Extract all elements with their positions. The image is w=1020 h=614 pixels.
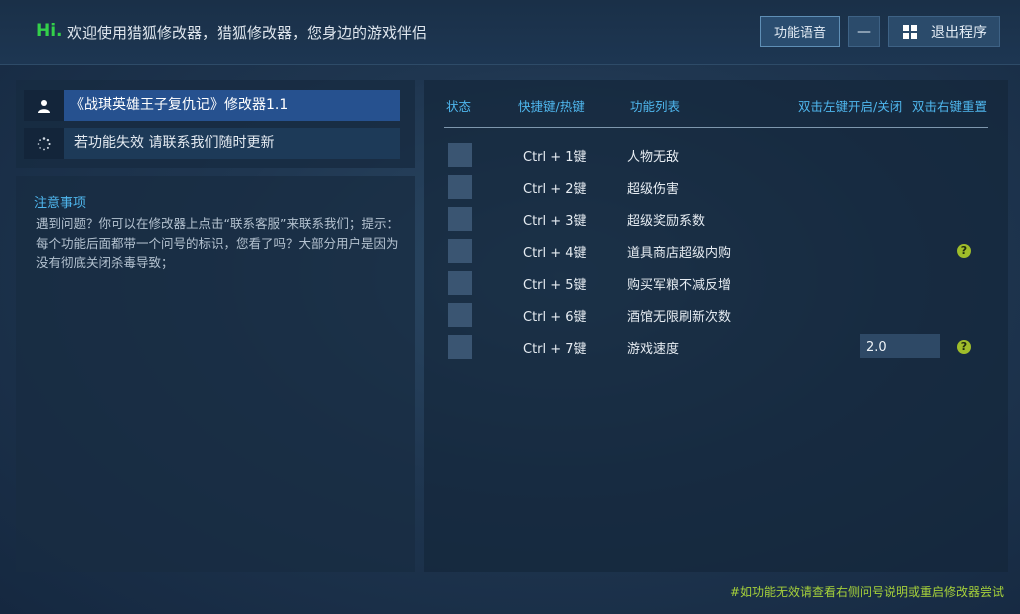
status-checkbox[interactable]	[448, 239, 472, 263]
game-title-row: 《战琪英雄王子复仇记》修改器1.1	[24, 90, 400, 121]
function-row[interactable]: Ctrl + 1键 人物无敌	[448, 143, 988, 167]
function-row[interactable]: Ctrl + 6键 酒馆无限刷新次数	[448, 303, 988, 327]
function-name: 购买军粮不减反增	[627, 278, 732, 293]
notes-title: 注意事项	[34, 196, 87, 211]
notes-body: 遇到问题？你可以在修改器上点击“联系客服”来联系我们；提示：每个功能后面都带一个…	[36, 216, 399, 270]
function-name: 道具商店超级内购	[627, 246, 732, 261]
function-row[interactable]: Ctrl + 2键 超级伤害	[448, 175, 988, 199]
hotkey-label: Ctrl + 6键	[523, 310, 587, 325]
loading-icon	[24, 128, 64, 159]
function-name: 酒馆无限刷新次数	[627, 310, 732, 325]
hint-double-right: 双击右键重置	[912, 99, 988, 114]
welcome-text: 欢迎使用猎狐修改器，猎狐修改器，您身边的游戏伴侣	[67, 24, 428, 42]
title-bar: Hi. 欢迎使用猎狐修改器，猎狐修改器，您身边的游戏伴侣 功能语音 — 退出程序	[0, 0, 1020, 65]
help-question-icon[interactable]: ?	[957, 244, 971, 258]
status-checkbox[interactable]	[448, 143, 472, 167]
hotkey-label: Ctrl + 4键	[523, 246, 587, 261]
help-question-icon[interactable]: ?	[957, 340, 971, 354]
hotkey-label: Ctrl + 5键	[523, 278, 587, 293]
hotkey-label: Ctrl + 2键	[523, 182, 587, 197]
footer-hint: #如功能无效请查看右侧问号说明或重启修改器尝试	[729, 585, 1004, 599]
hotkey-label: Ctrl + 1键	[523, 150, 587, 165]
column-header-hotkey: 快捷键/热键	[518, 99, 585, 114]
function-name: 游戏速度	[627, 342, 680, 357]
exit-button-label: 退出程序	[931, 24, 987, 41]
windows-icon	[903, 24, 917, 39]
hotkey-label: Ctrl + 3键	[523, 214, 587, 229]
function-row[interactable]: Ctrl + 4键 道具商店超级内购 ?	[448, 239, 988, 263]
voice-button[interactable]: 功能语音	[760, 16, 840, 47]
minimize-button[interactable]: —	[848, 16, 880, 47]
status-checkbox[interactable]	[448, 175, 472, 199]
status-checkbox[interactable]	[448, 207, 472, 231]
game-title: 《战琪英雄王子复仇记》修改器1.1	[64, 90, 400, 121]
notes-panel: 注意事项 遇到问题？你可以在修改器上点击“联系客服”来联系我们；提示：每个功能后…	[16, 176, 415, 572]
game-speed-input[interactable]	[860, 334, 940, 358]
function-row[interactable]: Ctrl + 5键 购买军粮不减反增	[448, 271, 988, 295]
function-name: 人物无敌	[627, 150, 680, 165]
game-info-panel: 《战琪英雄王子复仇记》修改器1.1 若功能失效 请联系我们随时更新	[16, 80, 415, 168]
column-header-function: 功能列表	[630, 99, 681, 114]
hi-logo: Hi.	[36, 21, 63, 41]
exit-button[interactable]: 退出程序	[888, 16, 1000, 47]
notice-row[interactable]: 若功能失效 请联系我们随时更新	[24, 128, 400, 159]
hotkey-label: Ctrl + 7键	[523, 342, 587, 357]
header-divider	[444, 127, 988, 128]
hint-double-left: 双击左键开启/关闭	[798, 99, 903, 114]
function-row[interactable]: Ctrl + 3键 超级奖励系数	[448, 207, 988, 231]
status-checkbox[interactable]	[448, 271, 472, 295]
function-list-panel: 状态 快捷键/热键 功能列表 双击左键开启/关闭 双击右键重置 Ctrl + 1…	[424, 80, 1008, 572]
function-name: 超级奖励系数	[627, 214, 706, 229]
function-name: 超级伤害	[627, 182, 680, 197]
user-icon	[24, 90, 64, 121]
notice-text: 若功能失效 请联系我们随时更新	[64, 128, 400, 159]
status-checkbox[interactable]	[448, 303, 472, 327]
function-row[interactable]: Ctrl + 7键 游戏速度 ?	[448, 334, 988, 359]
column-header-status: 状态	[446, 99, 472, 114]
status-checkbox[interactable]	[448, 335, 472, 359]
